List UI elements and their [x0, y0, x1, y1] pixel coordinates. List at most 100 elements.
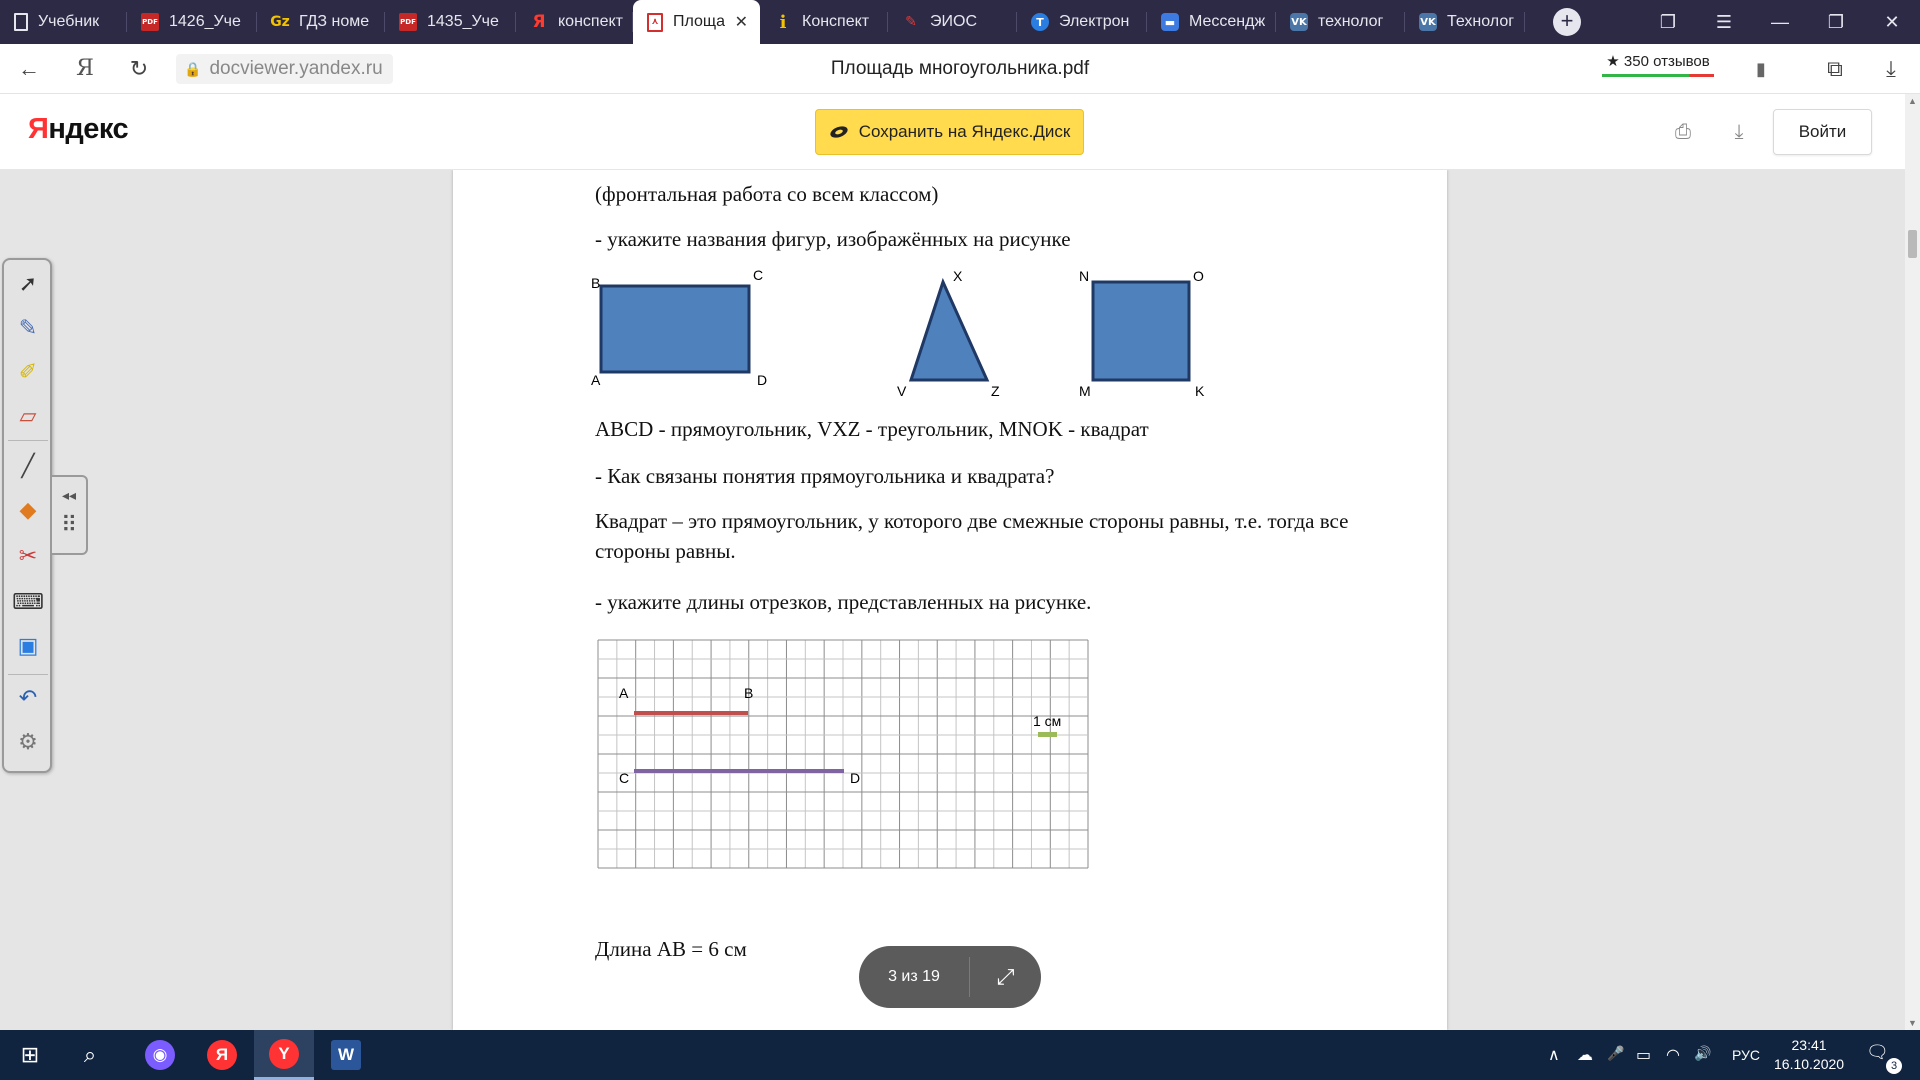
scroll-down-arrow-icon[interactable]: ▼ — [1905, 1018, 1920, 1028]
yandex-app-icon[interactable]: Я — [192, 1030, 252, 1080]
close-tab-icon[interactable]: ✕ — [735, 12, 748, 32]
close-window-button[interactable]: ✕ — [1878, 8, 1906, 36]
tab-label: Учебник — [38, 13, 100, 30]
triangle-vxz — [908, 277, 990, 382]
menu-icon[interactable]: ☰ — [1710, 8, 1738, 36]
browser-tab[interactable]: PDF 1435_Уче — [385, 0, 516, 44]
new-tab-button[interactable]: + — [1553, 8, 1581, 36]
app-glyph: ◉ — [145, 1040, 175, 1070]
browser-tab[interactable]: VK технолог — [1276, 0, 1405, 44]
rectangle-abcd — [599, 284, 751, 374]
clear-icon[interactable]: ✂ — [10, 538, 46, 574]
answer-relation: Квадрат – это прямоугольник, у которого … — [595, 509, 1349, 563]
toolbar-separator — [8, 674, 48, 675]
gdz-icon: Gz — [270, 14, 290, 30]
tray-chevron-icon[interactable]: ∧ — [1548, 1045, 1560, 1065]
highlighter-icon[interactable]: ✐ — [10, 354, 46, 390]
browser-tab[interactable]: Учебник — [0, 0, 127, 44]
label-o: O — [1193, 270, 1204, 284]
microphone-icon[interactable]: 🎤 — [1607, 1045, 1624, 1062]
browser-tab[interactable]: Gz ГДЗ номе — [257, 0, 385, 44]
reviews-badge[interactable]: ★ 350 отзывов — [1602, 52, 1714, 86]
settings-icon[interactable]: ⚙ — [10, 724, 46, 760]
save-to-disk-button[interactable]: Сохранить на Яндекс.Диск — [815, 109, 1084, 155]
tab-separator — [1524, 12, 1525, 32]
restore-button[interactable]: ❐ — [1822, 8, 1850, 36]
collapse-icon[interactable]: ◂◂ — [52, 487, 86, 504]
reviews-count: ★ 350 отзывов — [1606, 53, 1710, 70]
pdf-icon: PDF — [141, 13, 159, 31]
onedrive-icon[interactable]: ☁ — [1577, 1045, 1593, 1065]
browser-tab[interactable]: i Конспект — [760, 0, 888, 44]
label-z: Z — [991, 383, 1000, 399]
line-icon[interactable]: ╱ — [10, 448, 46, 484]
download-icon[interactable]: ⤓ — [1726, 119, 1752, 145]
page-scrollbar[interactable]: ▲ ▼ — [1905, 94, 1920, 1030]
docviewer-header: Яндекс Сохранить на Яндекс.Диск ⎙ ⤓ Войт… — [0, 95, 1905, 170]
label-v: V — [897, 383, 907, 399]
vk-icon: VK — [1290, 13, 1308, 31]
word-icon[interactable]: W — [316, 1030, 376, 1080]
browser-tab[interactable]: Яконспект — [516, 0, 633, 44]
downloads-icon[interactable]: ⤓ — [1876, 54, 1906, 84]
question-relation: - Как связаны понятия прямоугольника и к… — [595, 464, 1055, 488]
minimize-button[interactable]: — — [1766, 8, 1794, 36]
yandex-logo[interactable]: Яндекс — [28, 113, 129, 146]
scroll-up-arrow-icon[interactable]: ▲ — [1905, 96, 1920, 106]
print-icon[interactable]: ⎙ — [1670, 119, 1696, 145]
tabs-stack-icon[interactable]: ❐ — [1654, 8, 1682, 36]
clock-time: 23:41 — [1791, 1037, 1827, 1053]
battery-icon[interactable]: ▭ — [1636, 1045, 1651, 1065]
tab-label: ГДЗ номе — [299, 13, 370, 30]
pen-toolbar-handle[interactable]: ◂◂ ⠿ — [52, 475, 88, 555]
browser-tab[interactable]: VK Технолог — [1405, 0, 1525, 44]
label-d: D — [850, 770, 860, 786]
start-windows-icon[interactable]: ⊞ — [0, 1030, 60, 1080]
tab-label: ЭИОС — [930, 13, 977, 30]
browser-tab[interactable]: ⋏ Площа ✕ — [633, 0, 760, 44]
wifi-icon[interactable]: ◠ — [1666, 1045, 1680, 1065]
grid-figure: A B C D 1 см — [597, 639, 1089, 869]
disk-icon — [830, 126, 848, 138]
question-lengths: - укажите длины отрезков, представленных… — [595, 590, 1092, 614]
alice-icon[interactable]: ◉ — [130, 1030, 190, 1080]
collections-icon[interactable]: ⧉ — [1820, 54, 1850, 84]
browser-tab[interactable]: ✎ ЭИОС — [888, 0, 1017, 44]
browser-tab-strip: Учебник PDF 1426_Уче Gz ГДЗ номе PDF 1435_Уче Я… — [0, 0, 1920, 44]
notification-count-badge: 3 — [1886, 1058, 1902, 1074]
browser-tab[interactable]: PDF 1426_Уче — [127, 0, 257, 44]
drag-handle-icon[interactable]: ⠿ — [52, 512, 86, 538]
browser-tab[interactable]: Т Электрон — [1017, 0, 1147, 44]
frontal-work-text: (фронтальная работа со всем классом) — [595, 182, 939, 206]
label-n: N — [1079, 270, 1089, 284]
pdf-icon: PDF — [399, 13, 417, 31]
shapes-icon[interactable]: ◆ — [10, 492, 46, 528]
notes-icon[interactable]: ▣ — [10, 628, 46, 664]
eraser-icon[interactable]: ▱ — [10, 398, 46, 434]
yandex-browser-icon[interactable]: Y — [254, 1030, 314, 1080]
volume-icon[interactable]: 🔊 — [1694, 1045, 1711, 1062]
select-arrow-icon[interactable]: ➚ — [10, 266, 46, 302]
login-button[interactable]: Войти — [1773, 109, 1872, 155]
notifications-icon[interactable]: 🗨 — [1866, 1042, 1889, 1063]
toolbar-separator — [8, 440, 48, 441]
expand-icon[interactable]: ⤢ — [970, 964, 1041, 990]
system-clock[interactable]: 23:41 16.10.2020 — [1774, 1036, 1844, 1074]
scroll-thumb[interactable] — [1908, 230, 1917, 258]
label-x: X — [953, 270, 963, 284]
undo-icon[interactable]: ↶ — [10, 680, 46, 716]
answer-figure-names: ABCD - прямоугольник, VXZ - треугольник,… — [595, 417, 1149, 441]
label-k: K — [1195, 383, 1205, 399]
tab-label: технолог — [1318, 13, 1384, 30]
browser-tab[interactable]: ▬ Мессендж — [1147, 0, 1276, 44]
language-indicator[interactable]: РУС — [1732, 1047, 1760, 1063]
bookmark-icon[interactable]: ▮ — [1746, 54, 1776, 84]
page-counter[interactable]: 3 из 19 ⤢ — [859, 946, 1041, 1008]
search-icon[interactable]: ⌕ — [60, 1030, 120, 1080]
pen-icon[interactable]: ✎ — [10, 310, 46, 346]
label-a: A — [591, 372, 601, 388]
app-glyph: W — [331, 1040, 361, 1070]
keyboard-icon[interactable]: ⌨ — [10, 584, 46, 620]
label-c: C — [619, 770, 629, 786]
yandex-icon: Я — [532, 12, 546, 32]
